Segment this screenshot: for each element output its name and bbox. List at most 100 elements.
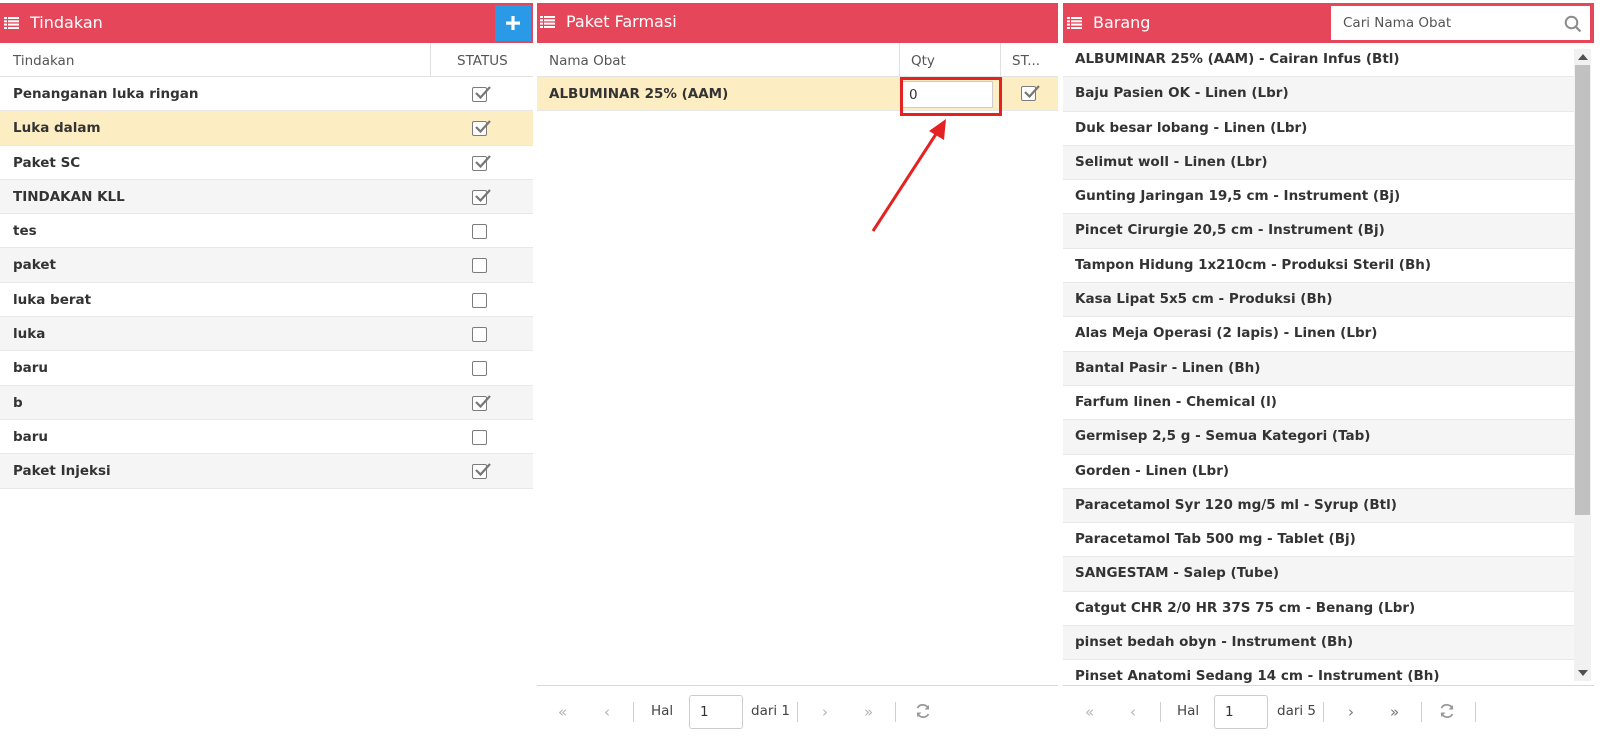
- tindakan-name: baru: [13, 428, 49, 445]
- barang-item[interactable]: Germisep 2,5 g - Semua Kategori (Tab): [1063, 420, 1574, 455]
- refresh-icon[interactable]: [1439, 703, 1455, 719]
- page-count: dari 1: [751, 703, 791, 719]
- tindakan-row[interactable]: paket: [0, 248, 533, 283]
- page-label: Hal: [651, 703, 674, 719]
- tindakan-row[interactable]: TINDAKAN KLL: [0, 179, 533, 215]
- status-checkbox[interactable]: [472, 327, 487, 343]
- tindakan-panel: Tindakan Tindakan STATUS Penanganan luka…: [0, 3, 533, 737]
- tindakan-row[interactable]: luka: [0, 317, 533, 352]
- col-nama-obat[interactable]: Nama Obat: [549, 53, 626, 69]
- tindakan-name: Penanganan luka ringan: [13, 86, 199, 102]
- col-tindakan[interactable]: Tindakan: [13, 53, 74, 69]
- status-checkbox[interactable]: [1021, 85, 1040, 101]
- paket-farmasi-panel: Paket Farmasi Nama Obat Qty ST... ALBUMI…: [537, 3, 1058, 737]
- status-checkbox[interactable]: [472, 120, 491, 137]
- barang-item-label: ALBUMINAR 25% (AAM) - Cairan Infus (Btl): [1075, 51, 1400, 67]
- barang-item[interactable]: ALBUMINAR 25% (AAM) - Cairan Infus (Btl): [1063, 43, 1574, 78]
- column-divider: [899, 43, 900, 77]
- barang-item-label: Germisep 2,5 g - Semua Kategori (Tab): [1075, 428, 1371, 445]
- pager-divider: [1475, 702, 1476, 722]
- tindakan-row[interactable]: baru: [0, 420, 533, 455]
- barang-item[interactable]: Pincet Cirurgie 20,5 cm - Instrument (Bj…: [1063, 214, 1574, 249]
- tindakan-title: Tindakan: [30, 13, 103, 32]
- status-checkbox[interactable]: [472, 189, 491, 205]
- col-status[interactable]: ST...: [1012, 53, 1040, 69]
- page-number-input[interactable]: [1214, 695, 1268, 729]
- list-icon: [1067, 17, 1082, 29]
- refresh-icon[interactable]: [915, 703, 931, 719]
- search-input[interactable]: [1331, 6, 1590, 40]
- tindakan-row[interactable]: tes: [0, 214, 533, 249]
- search-icon[interactable]: [1564, 15, 1582, 33]
- status-checkbox[interactable]: [472, 224, 487, 240]
- pager-divider: [1323, 702, 1324, 722]
- barang-item-label: Gunting Jaringan 19,5 cm - Instrument (B…: [1075, 188, 1401, 205]
- tindakan-row[interactable]: Paket Injeksi: [0, 454, 533, 489]
- barang-item[interactable]: Baju Pasien OK - Linen (Lbr): [1063, 77, 1574, 112]
- status-checkbox[interactable]: [472, 86, 491, 102]
- tindakan-row[interactable]: Penanganan luka ringan: [0, 77, 533, 112]
- barang-item-label: Tampon Hidung 1x210cm - Produksi Steril …: [1075, 256, 1432, 273]
- status-checkbox[interactable]: [472, 463, 491, 480]
- last-page-icon[interactable]: »: [864, 703, 873, 721]
- prev-page-icon[interactable]: ‹: [1130, 703, 1136, 721]
- scroll-thumb[interactable]: [1575, 65, 1590, 515]
- barang-item[interactable]: Gorden - Linen (Lbr): [1063, 455, 1574, 489]
- checkmark-icon: [475, 394, 491, 408]
- barang-item[interactable]: Alas Meja Operasi (2 lapis) - Linen (Lbr…: [1063, 317, 1574, 352]
- pager-divider: [895, 702, 896, 722]
- barang-pager: « ‹ Hal dari 5 › »: [1063, 685, 1594, 737]
- checkmark-icon: [475, 154, 491, 168]
- barang-item[interactable]: Tampon Hidung 1x210cm - Produksi Steril …: [1063, 249, 1574, 284]
- barang-scrollbar[interactable]: [1574, 49, 1591, 681]
- tindakan-row[interactable]: Paket SC: [0, 146, 533, 180]
- scroll-down-icon[interactable]: [1578, 670, 1588, 676]
- barang-item[interactable]: Farfum linen - Chemical (l): [1063, 386, 1574, 421]
- tindakan-grid-header: Tindakan STATUS: [0, 43, 533, 77]
- first-page-icon[interactable]: «: [1085, 703, 1094, 721]
- plus-icon: [506, 16, 520, 30]
- barang-item[interactable]: Duk besar lobang - Linen (Lbr): [1063, 112, 1574, 146]
- first-page-icon[interactable]: «: [558, 703, 567, 721]
- prev-page-icon[interactable]: ‹: [604, 703, 610, 721]
- tindakan-name: TINDAKAN KLL: [13, 188, 125, 205]
- barang-item[interactable]: Gunting Jaringan 19,5 cm - Instrument (B…: [1063, 180, 1574, 215]
- status-checkbox[interactable]: [472, 258, 487, 274]
- barang-item[interactable]: Paracetamol Tab 500 mg - Tablet (Bj): [1063, 523, 1574, 558]
- next-page-icon[interactable]: ›: [1348, 703, 1354, 721]
- barang-item[interactable]: pinset bedah obyn - Instrument (Bh): [1063, 626, 1574, 661]
- barang-item[interactable]: Selimut woll - Linen (Lbr): [1063, 145, 1574, 181]
- tindakan-name: paket: [13, 257, 56, 274]
- qty-input[interactable]: [900, 81, 993, 108]
- col-qty[interactable]: Qty: [911, 53, 935, 69]
- status-checkbox[interactable]: [472, 361, 487, 377]
- barang-item[interactable]: Paracetamol Syr 120 mg/5 ml - Syrup (Btl…: [1063, 488, 1574, 524]
- tindakan-row[interactable]: luka berat: [0, 283, 533, 318]
- tindakan-row[interactable]: b: [0, 385, 533, 420]
- add-tindakan-button[interactable]: [495, 5, 531, 41]
- tindakan-name: Luka dalam: [13, 120, 101, 137]
- col-status[interactable]: STATUS: [457, 53, 508, 69]
- paket-row[interactable]: ALBUMINAR 25% (AAM): [537, 77, 1058, 112]
- scroll-up-icon[interactable]: [1578, 54, 1588, 60]
- status-checkbox[interactable]: [472, 429, 487, 445]
- barang-item-label: Paracetamol Tab 500 mg - Tablet (Bj): [1075, 531, 1356, 548]
- tindakan-row[interactable]: Luka dalam: [0, 111, 533, 146]
- barang-item[interactable]: SANGESTAM - Salep (Tube): [1063, 557, 1574, 592]
- pager-divider: [633, 702, 634, 722]
- barang-item-label: Gorden - Linen (Lbr): [1075, 462, 1230, 479]
- barang-header: Barang: [1063, 3, 1594, 43]
- barang-item[interactable]: Kasa Lipat 5x5 cm - Produksi (Bh): [1063, 283, 1574, 318]
- barang-item-label: Kasa Lipat 5x5 cm - Produksi (Bh): [1075, 291, 1333, 308]
- tindakan-row[interactable]: baru: [0, 351, 533, 386]
- barang-item[interactable]: Catgut CHR 2/0 HR 37S 75 cm - Benang (Lb…: [1063, 592, 1574, 627]
- barang-panel: Barang ALBUMINAR 25% (AAM) - Cairan Infu…: [1063, 3, 1594, 737]
- next-page-icon[interactable]: ›: [822, 703, 828, 721]
- status-checkbox[interactable]: [472, 292, 487, 308]
- status-checkbox[interactable]: [472, 394, 491, 411]
- barang-item[interactable]: Bantal Pasir - Linen (Bh): [1063, 351, 1574, 386]
- last-page-icon[interactable]: »: [1390, 703, 1399, 721]
- status-checkbox[interactable]: [472, 154, 491, 171]
- barang-item[interactable]: Pinset Anatomi Sedang 14 cm - Instrument…: [1063, 660, 1574, 685]
- page-number-input[interactable]: [689, 695, 743, 729]
